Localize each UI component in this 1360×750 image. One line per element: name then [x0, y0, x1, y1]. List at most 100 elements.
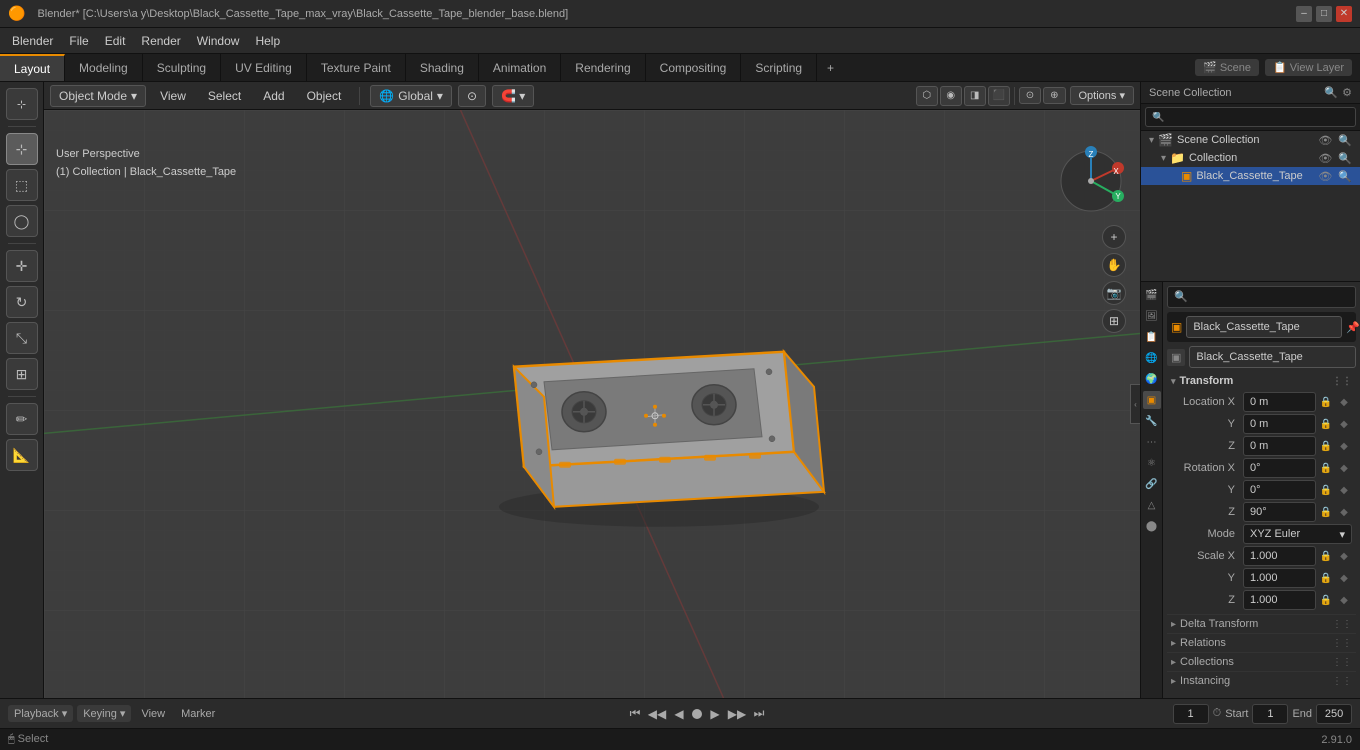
move-tool[interactable]: ✛ [6, 250, 38, 282]
transform-tool[interactable]: ⊞ [6, 358, 38, 390]
prev-keyframe-btn[interactable]: ◀◀ [648, 705, 666, 723]
outliner-cassette[interactable]: ▣ Black_Cassette_Tape 👁 🔍 [1141, 167, 1360, 185]
collection-eye[interactable]: 👁 [1318, 152, 1332, 165]
tab-uv-editing[interactable]: UV Editing [221, 54, 307, 81]
hand-tool-btn[interactable]: ✋ [1102, 253, 1126, 277]
snap-btn[interactable]: 🧲 ▾ [492, 85, 534, 107]
delta-transform-row[interactable]: ▸ Delta Transform ⋮⋮ [1167, 614, 1356, 633]
scale-y-value[interactable]: 1.000 [1243, 568, 1316, 588]
menu-edit[interactable]: Edit [97, 32, 134, 50]
collections-options-icon[interactable]: ⋮⋮ [1332, 657, 1352, 668]
ruler-tool[interactable]: 📐 [6, 439, 38, 471]
solid-shading-btn[interactable]: ◉ [940, 86, 962, 106]
instancing-row[interactable]: ▸ Instancing ⋮⋮ [1167, 671, 1356, 690]
camera-btn[interactable]: 📷 [1102, 281, 1126, 305]
location-z-keyframe[interactable]: ◆ [1336, 441, 1352, 452]
zoom-in-btn[interactable]: + [1102, 225, 1126, 249]
physics-props-btn[interactable]: ⚛ [1143, 454, 1161, 472]
rotation-x-keyframe[interactable]: ◆ [1336, 463, 1352, 474]
collection-filter[interactable]: 🔍 [1338, 152, 1352, 165]
cassette-filter[interactable]: 🔍 [1338, 170, 1352, 183]
modifiers-props-btn[interactable]: 🔧 [1143, 412, 1161, 430]
object-name-input[interactable] [1186, 316, 1342, 338]
canvas-area[interactable]: User Perspective (1) Collection | Black_… [44, 110, 1140, 698]
menu-window[interactable]: Window [189, 32, 248, 50]
viewport-view-menu[interactable]: View [152, 87, 194, 105]
jump-start-btn[interactable]: ⏮ [626, 705, 644, 723]
pin-icon[interactable]: 📌 [1346, 321, 1360, 334]
play-back-btn[interactable]: ◀ [670, 705, 688, 723]
scale-z-keyframe[interactable]: ◆ [1336, 595, 1352, 606]
location-x-value[interactable]: 0 m [1243, 392, 1316, 412]
transform-global-dropdown[interactable]: 🌐 Global ▾ [370, 85, 452, 107]
tab-sculpting[interactable]: Sculpting [143, 54, 221, 81]
play-btn[interactable]: ▶ [706, 705, 724, 723]
circle-select-tool[interactable]: ◯ [6, 205, 38, 237]
constraints-props-btn[interactable]: 🔗 [1143, 475, 1161, 493]
select-tool[interactable]: ⊹ [6, 133, 38, 165]
options-dropdown[interactable]: Options ▾ [1070, 86, 1135, 105]
menu-help[interactable]: Help [247, 32, 288, 50]
linked-datablock-input[interactable]: Black_Cassette_Tape [1189, 346, 1356, 368]
minimize-button[interactable]: – [1296, 6, 1312, 22]
location-x-lock[interactable]: 🔒 [1318, 397, 1334, 408]
delta-options-icon[interactable]: ⋮⋮ [1332, 619, 1352, 630]
outliner-collection[interactable]: ▾ 📁 Collection 👁 🔍 [1141, 149, 1360, 167]
datablock-icon[interactable]: ▣ [1167, 349, 1185, 366]
relations-options-icon[interactable]: ⋮⋮ [1332, 638, 1352, 649]
scene-collection-eye[interactable]: 👁 [1318, 134, 1332, 147]
tab-texture-paint[interactable]: Texture Paint [307, 54, 406, 81]
rotation-z-value[interactable]: 90° [1243, 502, 1316, 522]
current-frame-input[interactable] [1173, 704, 1209, 724]
location-y-value[interactable]: 0 m [1243, 414, 1316, 434]
wireframe-shading-btn[interactable]: ⬡ [916, 86, 938, 106]
data-props-btn[interactable]: △ [1143, 496, 1161, 514]
world-props-btn[interactable]: 🌍 [1143, 370, 1161, 388]
tab-rendering[interactable]: Rendering [561, 54, 645, 81]
tab-layout[interactable]: Layout [0, 54, 65, 81]
marker-menu[interactable]: Marker [175, 706, 221, 722]
scene-props-btn[interactable]: 🌐 [1143, 349, 1161, 367]
render-shading-btn[interactable]: ⬛ [988, 86, 1010, 106]
gizmo-btn[interactable]: ⊕ [1043, 87, 1065, 104]
render-props-btn[interactable]: 🎬 [1143, 286, 1161, 304]
tab-modeling[interactable]: Modeling [65, 54, 143, 81]
rotation-y-value[interactable]: 0° [1243, 480, 1316, 500]
navigation-gizmo[interactable]: X Y Z [1056, 146, 1126, 219]
menu-file[interactable]: File [61, 32, 96, 50]
close-button[interactable]: ✕ [1336, 6, 1352, 22]
pivot-point-btn[interactable]: ⊙ [458, 85, 486, 107]
relations-row[interactable]: ▸ Relations ⋮⋮ [1167, 633, 1356, 652]
end-frame-input[interactable] [1316, 704, 1352, 724]
viewport-object-menu[interactable]: Object [299, 87, 350, 105]
scale-z-value[interactable]: 1.000 [1243, 590, 1316, 610]
object-mode-dropdown[interactable]: Object Mode ▾ [50, 85, 146, 107]
scale-x-keyframe[interactable]: ◆ [1336, 551, 1352, 562]
material-props-btn[interactable]: ⬤ [1143, 517, 1161, 535]
viewport-overlay-btn[interactable]: ⊙ [1019, 87, 1041, 104]
scene-selector[interactable]: 🎬 Scene [1195, 59, 1259, 76]
collections-row[interactable]: ▸ Collections ⋮⋮ [1167, 652, 1356, 671]
viewport-3d[interactable]: Object Mode ▾ View Select Add Object 🌐 G… [44, 82, 1140, 698]
playback-menu[interactable]: Playback ▾ [8, 705, 73, 722]
view-layer-selector[interactable]: 📋 View Layer [1265, 59, 1352, 76]
keying-menu[interactable]: Keying ▾ [77, 705, 131, 722]
outliner-scene-collection[interactable]: ▾ 🎬 Scene Collection 👁 🔍 [1141, 131, 1360, 149]
view-layer-props-btn[interactable]: 📋 [1143, 328, 1161, 346]
scale-x-lock[interactable]: 🔒 [1318, 551, 1334, 562]
location-z-value[interactable]: 0 m [1243, 436, 1316, 456]
location-y-lock[interactable]: 🔒 [1318, 419, 1334, 430]
outliner-filter-btn[interactable]: 🔍 [1324, 86, 1338, 99]
cassette-eye[interactable]: 👁 [1318, 170, 1332, 183]
object-props-btn[interactable]: ▣ [1143, 391, 1161, 409]
rotation-z-lock[interactable]: 🔒 [1318, 507, 1334, 518]
menu-render[interactable]: Render [133, 32, 188, 50]
transform-section-header[interactable]: ▾ Transform ⋮⋮ [1167, 372, 1356, 390]
scale-tool[interactable]: ⤡ [6, 322, 38, 354]
box-select-tool[interactable]: ⬚ [6, 169, 38, 201]
grid-snap-btn[interactable]: ⊞ [1102, 309, 1126, 333]
add-workspace-button[interactable]: + [817, 57, 844, 79]
particles-props-btn[interactable]: ⋯ [1143, 433, 1161, 451]
next-keyframe-btn[interactable]: ▶▶ [728, 705, 746, 723]
mode-icon[interactable]: ⊹ [6, 88, 38, 120]
